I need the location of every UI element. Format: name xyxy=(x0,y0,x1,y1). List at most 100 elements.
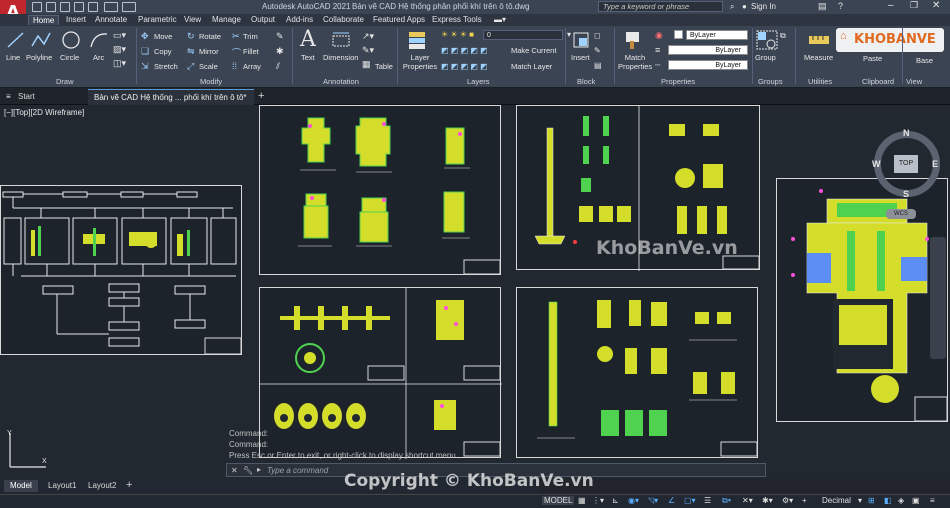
units-chevron-icon[interactable]: ▾ xyxy=(858,496,862,505)
annotation-visibility-icon[interactable]: ✱▾ xyxy=(762,496,773,505)
navigation-bar[interactable] xyxy=(930,237,946,359)
command-close-icon[interactable]: ✕ xyxy=(231,466,238,475)
plus-icon[interactable]: + xyxy=(802,496,807,505)
base-button[interactable]: Base xyxy=(916,56,933,65)
minimize-icon[interactable]: – xyxy=(888,0,894,11)
group-button[interactable]: Group xyxy=(755,53,776,62)
tab-view[interactable]: View xyxy=(184,15,201,24)
group-icon[interactable] xyxy=(756,30,778,50)
rotate-button[interactable]: Rotate xyxy=(199,32,221,41)
lineweight-toggle-icon[interactable]: ☰ xyxy=(704,496,711,505)
ribbon-toggle-icon[interactable]: ▬▾ xyxy=(494,15,506,24)
tab-start[interactable]: Start xyxy=(18,92,35,101)
redo-icon[interactable] xyxy=(122,2,136,12)
array-button[interactable]: Array xyxy=(243,62,261,71)
model-space-toggle[interactable]: MODEL xyxy=(542,496,575,505)
line-icon[interactable] xyxy=(6,30,26,50)
circle-icon[interactable] xyxy=(60,29,82,51)
save-as-icon[interactable] xyxy=(74,2,84,12)
grid-icon[interactable]: ▦ xyxy=(578,496,586,505)
search-icon[interactable]: ⌕ xyxy=(730,2,734,12)
compass-south[interactable]: S xyxy=(903,189,909,199)
tab-collaborate[interactable]: Collaborate xyxy=(323,15,364,24)
customization-icon[interactable]: ≡ xyxy=(930,496,935,505)
dimension-button[interactable]: Dimension xyxy=(323,53,358,62)
selection-cycling-icon[interactable]: ⧉▾ xyxy=(722,496,731,506)
wcs-menu[interactable]: WCS xyxy=(886,209,916,219)
layer-properties-button[interactable]: Layer Properties xyxy=(402,53,438,71)
offset-icon[interactable]: ⫽ xyxy=(276,61,280,72)
close-icon[interactable]: ✕ xyxy=(932,0,940,11)
panel-layers[interactable]: Layers xyxy=(467,77,490,86)
arc-icon[interactable] xyxy=(88,30,110,50)
explode-icon[interactable]: ✱ xyxy=(276,46,284,57)
move-button[interactable]: Move xyxy=(154,32,172,41)
measure-icon[interactable] xyxy=(808,32,830,48)
quick-properties-icon[interactable]: ⊞ xyxy=(868,496,875,505)
viewport-label[interactable]: [−][Top][2D Wireframe] xyxy=(4,108,84,117)
restore-icon[interactable]: ❐ xyxy=(910,0,918,11)
units-dropdown[interactable]: Decimal xyxy=(822,496,851,505)
annotation-scale-icon[interactable]: ✕▾ xyxy=(742,496,753,505)
tab-annotate[interactable]: Annotate xyxy=(95,15,127,24)
hatch-icon[interactable]: ▨▾ xyxy=(113,44,126,55)
plot-icon[interactable] xyxy=(88,2,98,12)
cart-icon[interactable]: ▤ xyxy=(818,1,827,12)
panel-utilities[interactable]: Utilities xyxy=(808,77,832,86)
isolate-objects-icon[interactable]: ◈ xyxy=(898,496,904,505)
color-dropdown[interactable]: ByLayer xyxy=(686,30,748,40)
block-create-icon[interactable]: ◻ xyxy=(594,31,601,40)
ortho-icon[interactable]: ⊾ xyxy=(612,496,619,505)
color-swatch[interactable] xyxy=(674,30,683,39)
isodraft-icon[interactable]: ◹▾ xyxy=(648,496,658,505)
tab-manage[interactable]: Manage xyxy=(212,15,241,24)
circle-button[interactable]: Circle xyxy=(60,53,79,62)
tab-layout1[interactable]: Layout1 xyxy=(42,480,82,492)
dimension-icon[interactable] xyxy=(330,30,352,50)
command-input[interactable]: Type a command xyxy=(267,466,328,475)
compass-north[interactable]: N xyxy=(903,128,910,138)
panel-groups[interactable]: Groups xyxy=(758,77,783,86)
table-button[interactable]: Table xyxy=(375,62,393,71)
search-input[interactable]: Type a keyword or phrase xyxy=(603,2,689,11)
search-box[interactable]: Type a keyword or phrase xyxy=(598,1,723,12)
text-icon[interactable]: A xyxy=(300,27,316,52)
match-layer-button[interactable]: Match Layer xyxy=(511,62,552,71)
arc-button[interactable]: Arc xyxy=(93,53,104,62)
block-edit-icon[interactable]: ✎ xyxy=(594,46,601,55)
drawing-canvas[interactable]: [−][Top][2D Wireframe] N S E W TOP WCS Y… xyxy=(0,105,950,479)
object-snap-icon[interactable]: ▢▾ xyxy=(684,496,696,505)
mirror-button[interactable]: Mirror xyxy=(199,47,219,56)
layer-dropdown[interactable]: 0 xyxy=(483,30,563,40)
undo-icon[interactable] xyxy=(104,2,118,12)
tab-express-tools[interactable]: Express Tools xyxy=(432,15,482,24)
fillet-button[interactable]: Fillet xyxy=(243,47,259,56)
tab-insert[interactable]: Insert xyxy=(66,15,86,24)
polyline-icon[interactable] xyxy=(30,30,52,50)
stretch-button[interactable]: Stretch xyxy=(154,62,178,71)
rectangle-icon[interactable]: ▭▾ xyxy=(113,30,126,41)
polar-icon[interactable]: ◉▾ xyxy=(628,496,639,505)
insert-button[interactable]: Insert xyxy=(571,53,590,62)
panel-draw[interactable]: Draw xyxy=(56,77,74,86)
new-icon[interactable] xyxy=(32,2,42,12)
paste-button[interactable]: Paste xyxy=(863,54,882,63)
linetype-dropdown[interactable]: ByLayer xyxy=(668,60,748,70)
copy-button[interactable]: Copy xyxy=(154,47,172,56)
tab-drawing[interactable]: Bản vẽ CAD Hệ thống ... phối khí trên ô … xyxy=(88,89,254,105)
tab-home[interactable]: Home xyxy=(28,15,60,25)
multileader-icon[interactable]: ✎▾ xyxy=(362,45,374,56)
make-current-button[interactable]: Make Current xyxy=(511,46,556,55)
compass-west[interactable]: W xyxy=(872,159,881,169)
help-icon[interactable]: ? xyxy=(838,1,843,11)
layer-tools-row1-icons[interactable]: ◩ ◩ ◩ ◩ ◩ xyxy=(441,46,488,55)
save-icon[interactable] xyxy=(60,2,70,12)
new-tab-icon[interactable]: + xyxy=(258,90,264,102)
panel-modify[interactable]: Modify xyxy=(200,77,222,86)
workspace-gear-icon[interactable]: ⚙▾ xyxy=(782,496,793,505)
line-button[interactable]: Line xyxy=(6,53,20,62)
open-icon[interactable] xyxy=(46,2,56,12)
match-properties-icon[interactable] xyxy=(622,30,644,50)
layer-properties-icon[interactable] xyxy=(406,30,430,50)
scale-button[interactable]: Scale xyxy=(199,62,218,71)
